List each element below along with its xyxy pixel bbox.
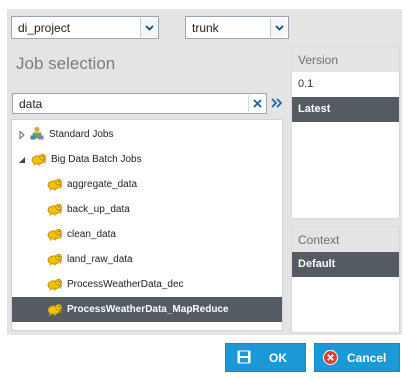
big-data-folder-icon xyxy=(30,151,47,169)
version-panel: Version 0.1 Latest xyxy=(291,46,400,219)
tree-node-label: ProcessWeatherData_dec xyxy=(67,279,184,290)
collapse-arrow-icon[interactable] xyxy=(17,155,26,164)
project-combo-value: di_project xyxy=(18,21,71,35)
panel-title: Job selection xyxy=(16,54,116,73)
tree-node-job[interactable]: back_up_data xyxy=(12,197,282,222)
clear-search-icon[interactable] xyxy=(248,95,265,112)
tree-node-label: back_up_data xyxy=(67,204,130,215)
ok-button[interactable]: OK xyxy=(225,343,306,372)
hadoop-job-icon xyxy=(46,201,63,219)
tree-node-job[interactable]: aggregate_data xyxy=(12,172,282,197)
tree-node-job[interactable]: ProcessWeatherData_dec xyxy=(12,272,282,297)
context-item-selected[interactable]: Default xyxy=(292,252,399,277)
tree-node-job[interactable]: clean_data xyxy=(12,222,282,247)
version-item-selected[interactable]: Latest xyxy=(292,97,399,122)
hadoop-job-icon xyxy=(46,251,63,269)
expand-arrow-icon[interactable] xyxy=(17,130,26,139)
job-selection-panel: Job selection data Standard Jobs Big Dat… xyxy=(7,46,285,335)
standard-jobs-icon xyxy=(30,126,44,143)
chevron-down-icon[interactable] xyxy=(140,18,157,37)
context-header: Context xyxy=(292,227,399,252)
version-header: Version xyxy=(292,47,399,72)
cancel-icon xyxy=(323,350,338,368)
tree-node-label: Standard Jobs xyxy=(49,129,114,140)
tree-node-label: ProcessWeatherData_MapReduce xyxy=(67,304,229,315)
tree-node-standard-jobs[interactable]: Standard Jobs xyxy=(12,122,282,147)
chevron-down-icon[interactable] xyxy=(270,18,287,37)
tree-node-label: aggregate_data xyxy=(67,179,138,190)
tree-node-label: land_raw_data xyxy=(67,254,133,265)
context-panel: Context Default xyxy=(291,226,400,333)
hadoop-job-icon xyxy=(46,226,63,244)
project-combo[interactable]: di_project xyxy=(11,16,159,39)
branch-combo-value: trunk xyxy=(192,21,219,35)
search-go-icon[interactable] xyxy=(270,96,284,110)
hadoop-job-icon xyxy=(46,301,63,319)
tree-node-job[interactable]: land_raw_data xyxy=(12,247,282,272)
job-selection-dialog: di_project trunk Job selection data Stan… xyxy=(7,9,402,335)
version-item[interactable]: 0.1 xyxy=(292,72,399,97)
hadoop-job-icon xyxy=(46,276,63,294)
save-icon xyxy=(237,350,251,367)
branch-combo[interactable]: trunk xyxy=(185,16,289,39)
ok-label: OK xyxy=(269,351,287,365)
search-input[interactable]: data xyxy=(12,93,267,114)
tree-node-job-selected[interactable]: ProcessWeatherData_MapReduce xyxy=(12,297,282,322)
cancel-button[interactable]: Cancel xyxy=(314,343,400,372)
tree-node-label: Big Data Batch Jobs xyxy=(51,154,142,165)
cancel-label: Cancel xyxy=(347,351,387,365)
search-input-value: data xyxy=(19,97,43,111)
tree-node-label: clean_data xyxy=(67,229,116,240)
hadoop-job-icon xyxy=(46,176,63,194)
job-tree[interactable]: Standard Jobs Big Data Batch Jobs aggreg… xyxy=(11,119,283,331)
tree-node-big-data-batch-jobs[interactable]: Big Data Batch Jobs xyxy=(12,147,282,172)
